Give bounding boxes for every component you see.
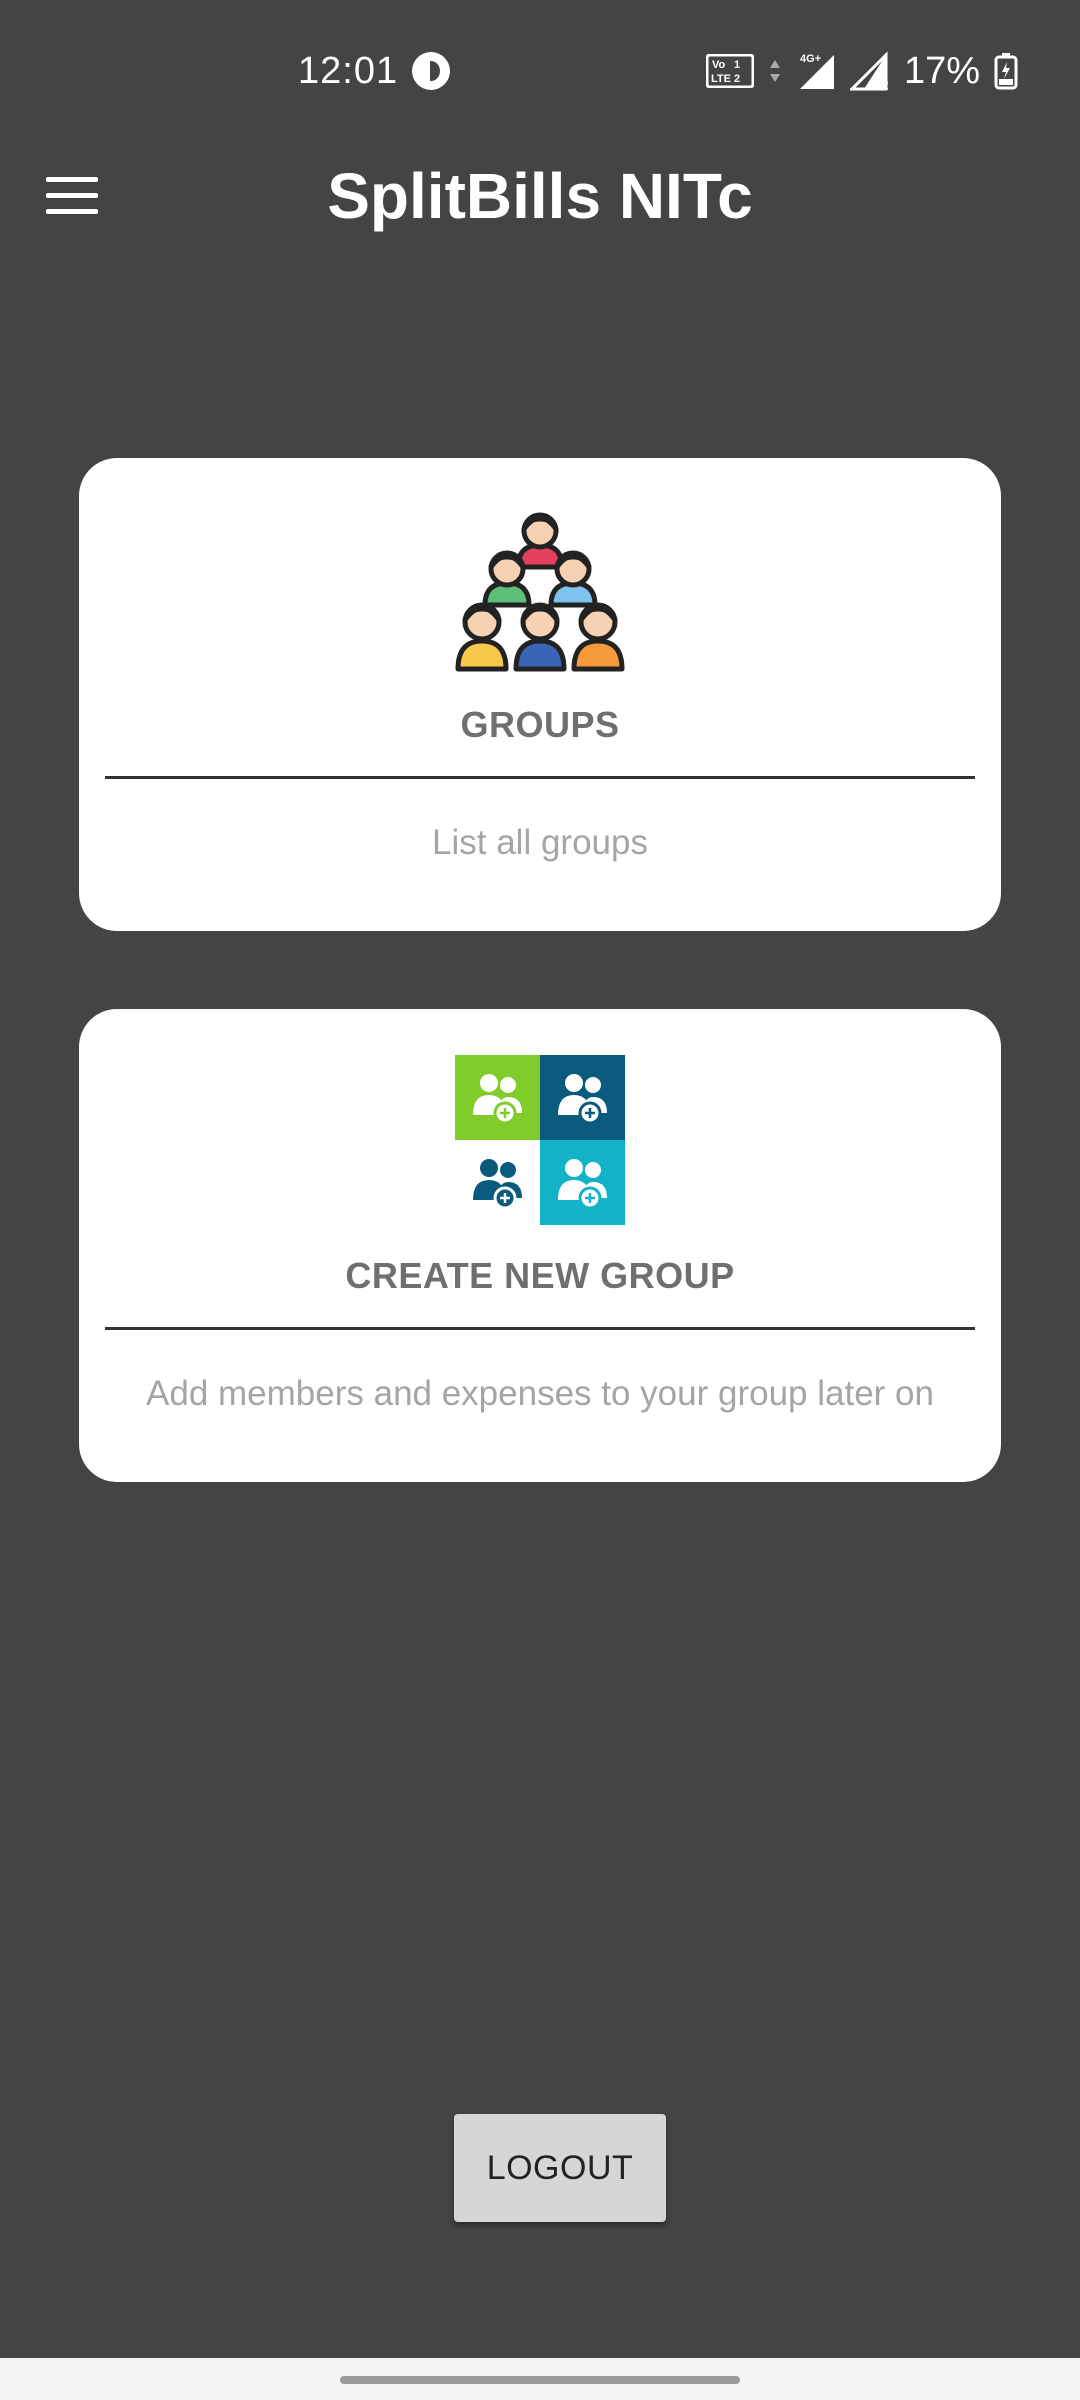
status-right-group: Vo 1 LTE 2 4G+ R 17% [705, 46, 1018, 96]
app-notification-icon [412, 52, 450, 90]
people-pyramid-icon [455, 512, 625, 672]
create-group-card[interactable]: CREATE NEW GROUP Add members and expense… [79, 1009, 1001, 1482]
logout-button[interactable]: LOGOUT [454, 2114, 666, 2222]
app-bar: SplitBills NITc [0, 140, 1080, 250]
screen: 12:01 Vo 1 LTE 2 4G+ R 17% SplitBills NI… [0, 0, 1080, 2400]
groups-divider [105, 776, 975, 779]
status-time: 12:01 [298, 50, 399, 92]
gesture-handle[interactable] [340, 2376, 740, 2384]
svg-text:1: 1 [734, 59, 740, 71]
svg-text:R: R [880, 78, 889, 91]
app-title: SplitBills NITc [327, 160, 753, 232]
svg-text:4G+: 4G+ [800, 53, 821, 65]
volte-icon: Vo 1 LTE 2 [705, 54, 754, 88]
battery-charging-icon [994, 53, 1018, 90]
battery-percent: 17% [903, 50, 980, 92]
svg-text:LTE 2: LTE 2 [711, 73, 740, 85]
status-bar: 12:01 Vo 1 LTE 2 4G+ R 17% [0, 0, 1080, 140]
data-arrows-icon [769, 60, 780, 82]
groups-subtitle: List all groups [432, 823, 648, 862]
signal-icon: 4G+ [799, 53, 834, 89]
groups-card[interactable]: GROUPS List all groups [79, 458, 1001, 931]
navigation-bar [0, 2358, 1080, 2400]
roaming-signal-icon: R [849, 51, 889, 91]
add-group-grid-icon [455, 1055, 625, 1225]
create-group-title: CREATE NEW GROUP [345, 1255, 735, 1296]
create-group-divider [105, 1327, 975, 1330]
svg-text:Vo: Vo [712, 59, 726, 71]
create-group-subtitle: Add members and expenses to your group l… [146, 1374, 934, 1413]
groups-title: GROUPS [460, 704, 620, 745]
